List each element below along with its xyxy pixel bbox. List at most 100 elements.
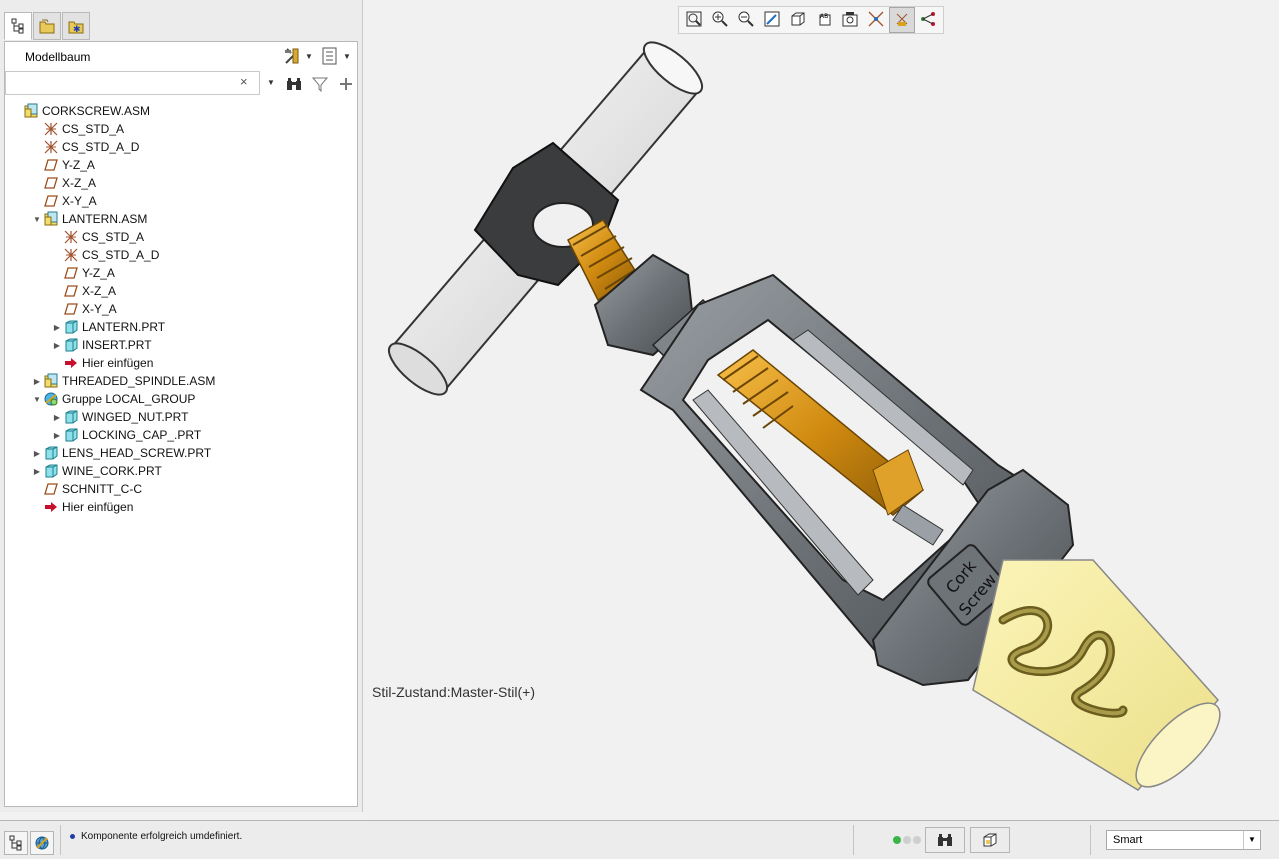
- tree-item-datum-plane[interactable]: X-Y_A: [5, 192, 357, 210]
- tree-item-label: INSERT.PRT: [82, 338, 152, 352]
- tree-item-label: SCHNITT_C-C: [62, 482, 142, 496]
- tree-item-part[interactable]: ▶ INSERT.PRT: [5, 336, 357, 354]
- group-icon: [43, 391, 59, 407]
- collapse-icon[interactable]: ▶: [51, 426, 63, 444]
- tab-folder-browser[interactable]: [33, 12, 61, 40]
- show-dropdown-arrow[interactable]: ▼: [341, 52, 353, 61]
- tree-item-label: X-Z_A: [82, 284, 117, 298]
- show-button[interactable]: [319, 45, 341, 67]
- list-icon: [322, 47, 337, 65]
- tree-item-part[interactable]: ▶ LOCKING_CAP_.PRT: [5, 426, 357, 444]
- search-tools: [283, 73, 357, 95]
- datum-plane-icon: [63, 283, 79, 299]
- tree-item-coordinate-system[interactable]: CS_STD_A_D: [5, 138, 357, 156]
- csys-icon: [43, 139, 59, 155]
- csys-icon: [43, 121, 59, 137]
- selection-filter-value: Smart: [1113, 834, 1143, 846]
- style-state-label: Stil-Zustand:Master-Stil(+): [372, 684, 535, 700]
- regen-status-lights[interactable]: [893, 836, 923, 844]
- selection-filter-select[interactable]: Smart ▼: [1106, 830, 1261, 850]
- tree-item-insert-here[interactable]: Hier einfügen: [5, 498, 357, 516]
- tree-item-label: CS_STD_A_D: [82, 248, 160, 262]
- chevron-down-icon[interactable]: ▼: [1243, 831, 1260, 849]
- tree-item-coordinate-system[interactable]: CS_STD_A: [5, 120, 357, 138]
- tab-favorites[interactable]: ✱: [62, 12, 90, 40]
- search-row: × ▼: [5, 71, 357, 97]
- tree-item-datum-plane[interactable]: X-Z_A: [5, 282, 357, 300]
- tab-model-tree[interactable]: [4, 12, 32, 40]
- collapse-icon[interactable]: ▶: [31, 372, 43, 390]
- search-dropdown-arrow[interactable]: ▼: [267, 78, 275, 87]
- toggle-browser-button[interactable]: [30, 831, 54, 855]
- tree-item-root-assembly[interactable]: CORKSCREW.ASM: [5, 102, 357, 120]
- navigator-tabs: ✱: [4, 12, 91, 40]
- tree-item-label: X-Y_A: [82, 302, 117, 316]
- tree-item-label: WINE_CORK.PRT: [62, 464, 162, 478]
- tree-item-datum-plane[interactable]: X-Z_A: [5, 174, 357, 192]
- selection-box-button[interactable]: [970, 827, 1010, 853]
- regen-light-icon: [893, 836, 901, 844]
- add-column-button[interactable]: [335, 73, 357, 95]
- search-clear-icon[interactable]: ×: [240, 74, 248, 89]
- model-tree-icon: [11, 18, 24, 34]
- model-tree: CORKSCREW.ASM CS_STD_A CS_STD_A_D Y-Z_A X-Z_…: [5, 102, 357, 516]
- tree-item-part[interactable]: ▶ LANTERN.PRT: [5, 318, 357, 336]
- tree-item-coordinate-system[interactable]: CS_STD_A: [5, 228, 357, 246]
- search-input[interactable]: [5, 71, 260, 95]
- tree-item-coordinate-system[interactable]: CS_STD_A_D: [5, 246, 357, 264]
- tree-item-datum-plane[interactable]: X-Y_A: [5, 300, 357, 318]
- tree-item-group[interactable]: ▼ Gruppe LOCAL_GROUP: [5, 390, 357, 408]
- expand-icon[interactable]: ▼: [31, 390, 43, 408]
- browser-globe-icon: [35, 836, 49, 850]
- graphics-window[interactable]: AB Cork Screw Stil-Zustand:Master-Stil(+…: [363, 0, 1279, 820]
- tree-item-label: LANTERN.PRT: [82, 320, 166, 334]
- tree-item-label: LENS_HEAD_SCREW.PRT: [62, 446, 212, 460]
- model-tree-icon: [9, 835, 22, 851]
- collapse-icon[interactable]: ▶: [31, 444, 43, 462]
- favorites-icon: ✱: [68, 21, 84, 34]
- tree-item-section[interactable]: SCHNITT_C-C: [5, 480, 357, 498]
- tree-item-part[interactable]: ▶ LENS_HEAD_SCREW.PRT: [5, 444, 357, 462]
- filter-icon: [312, 77, 328, 92]
- collapse-icon[interactable]: ▶: [51, 318, 63, 336]
- tree-item-datum-plane[interactable]: Y-Z_A: [5, 264, 357, 282]
- expand-icon[interactable]: ▼: [31, 210, 43, 228]
- datum-plane-icon: [43, 193, 59, 209]
- cube-select-icon: [983, 833, 997, 847]
- tree-item-label: WINGED_NUT.PRT: [82, 410, 189, 424]
- tree-item-part[interactable]: ▶ WINGED_NUT.PRT: [5, 408, 357, 426]
- collapse-icon[interactable]: ▶: [51, 408, 63, 426]
- settings-button[interactable]: [281, 45, 303, 67]
- wine-cork: [972, 559, 1221, 791]
- regen-light-icon: [903, 836, 911, 844]
- part-icon: [63, 319, 79, 335]
- model-tree-box: Modellbaum ▼ ▼ × ▼ CORKSCREW.ASM CS_STD_…: [4, 41, 358, 807]
- tree-item-part[interactable]: ▶ WINE_CORK.PRT: [5, 462, 357, 480]
- tree-item-label: Hier einfügen: [82, 356, 154, 370]
- settings-dropdown-arrow[interactable]: ▼: [303, 52, 315, 61]
- tree-item-datum-plane[interactable]: Y-Z_A: [5, 156, 357, 174]
- status-message-text: Komponente erfolgreich umdefiniert.: [81, 831, 243, 842]
- tree-item-insert-here[interactable]: Hier einfügen: [5, 354, 357, 372]
- collapse-icon[interactable]: ▶: [31, 462, 43, 480]
- tree-item-sub-assembly[interactable]: ▶ THREADED_SPINDLE.ASM: [5, 372, 357, 390]
- part-icon: [43, 445, 59, 461]
- collapse-icon[interactable]: ▶: [51, 336, 63, 354]
- part-icon: [63, 409, 79, 425]
- find-button[interactable]: [283, 73, 305, 95]
- regen-light-icon: [913, 836, 921, 844]
- message-bullet-icon: [70, 834, 75, 839]
- toggle-navigator-button[interactable]: [4, 831, 28, 855]
- datum-plane-icon: [43, 481, 59, 497]
- tree-item-sub-assembly[interactable]: ▼ LANTERN.ASM: [5, 210, 357, 228]
- find-button[interactable]: [925, 827, 965, 853]
- tree-item-label: THREADED_SPINDLE.ASM: [62, 374, 216, 388]
- filter-button[interactable]: [309, 73, 331, 95]
